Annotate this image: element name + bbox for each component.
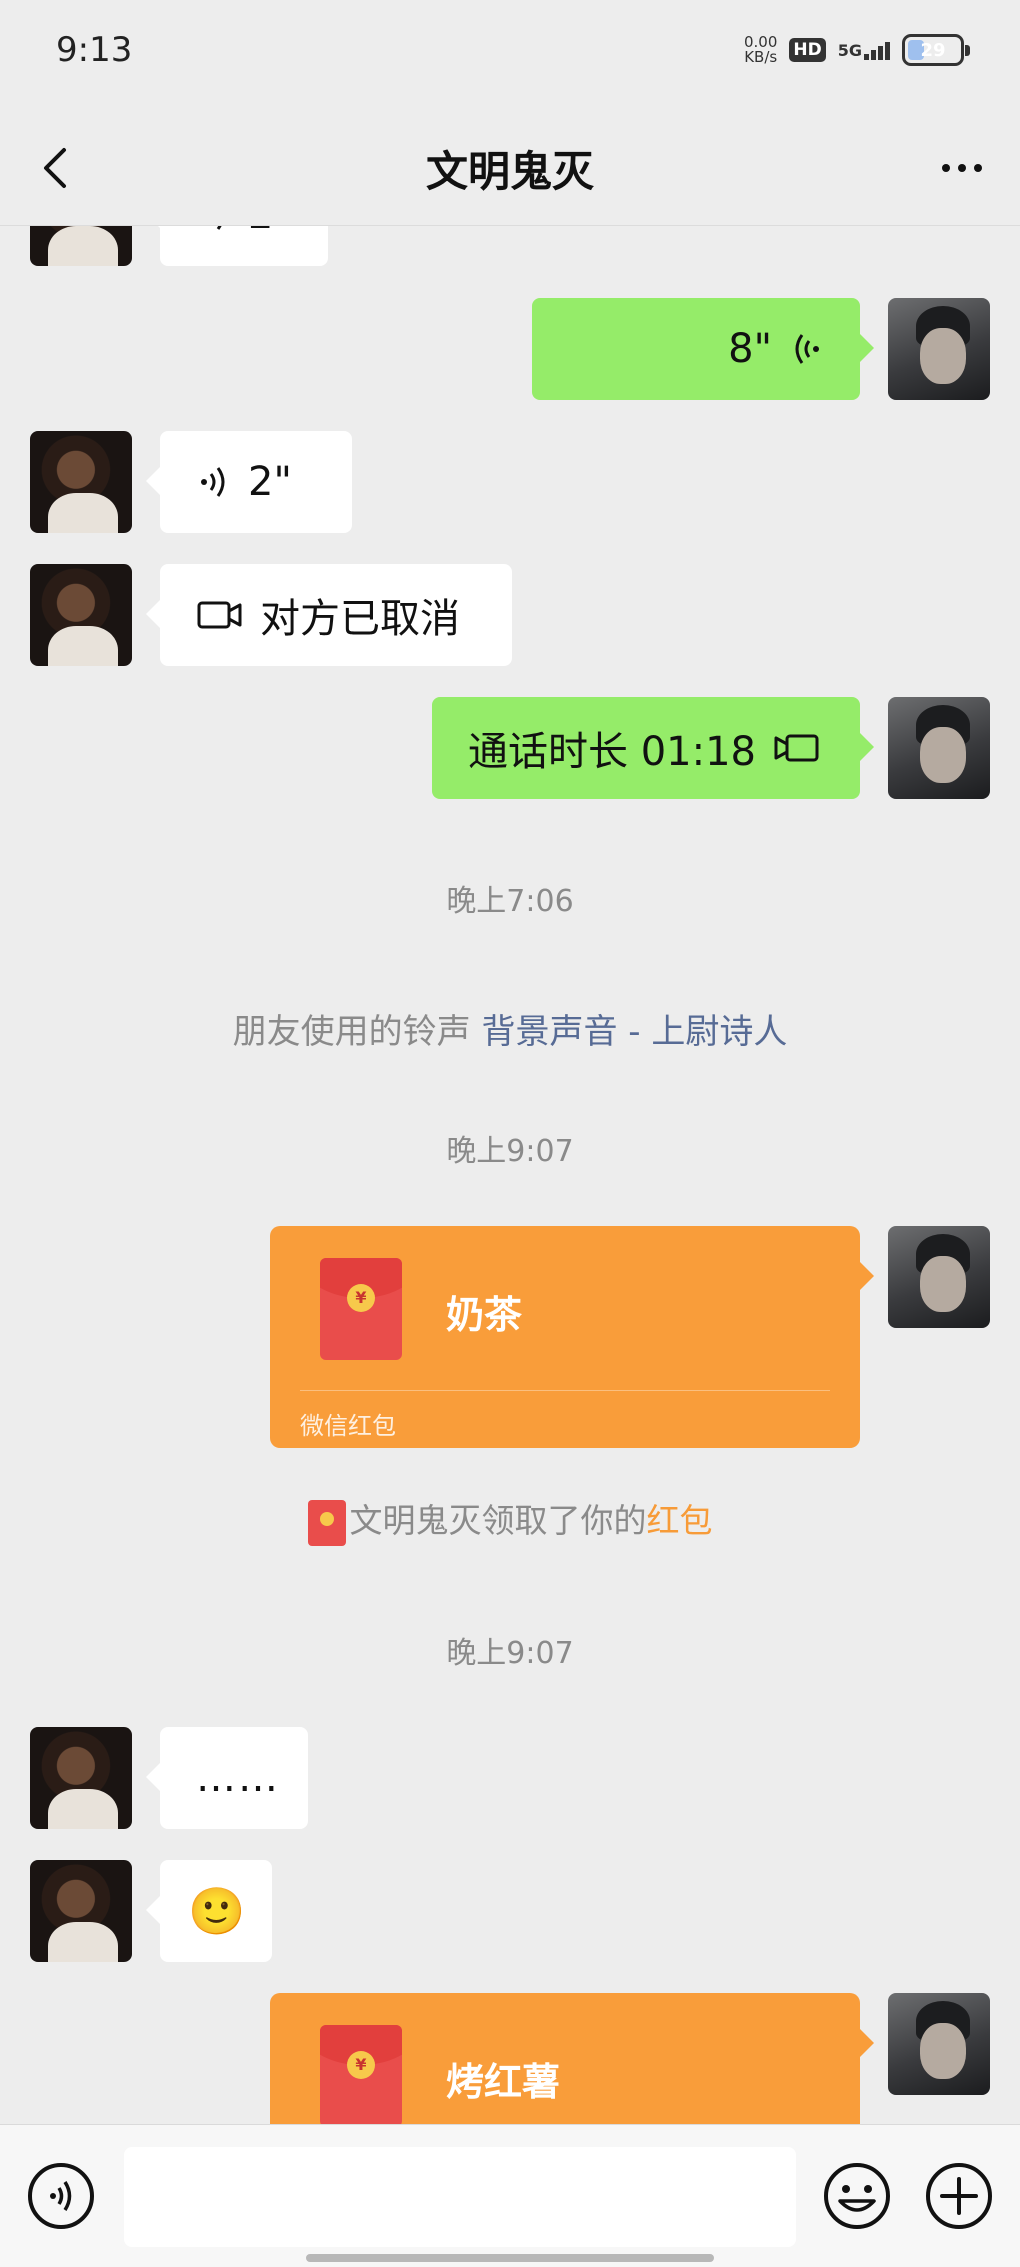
voice-wave-icon (788, 329, 824, 369)
battery-icon: 29 (902, 34, 970, 66)
call-status-text: 对方已取消 (260, 596, 460, 642)
contact-avatar[interactable] (30, 564, 132, 666)
input-bar (0, 2124, 1020, 2267)
more-dots-icon[interactable] (934, 140, 990, 196)
voice-message[interactable]: 8" (532, 298, 874, 400)
red-packet-title: 奶茶 (446, 1293, 523, 1337)
video-camera-icon (772, 730, 820, 766)
voice-wave-icon (196, 462, 232, 502)
voice-message[interactable]: 2" (146, 226, 328, 266)
contact-avatar[interactable] (30, 1727, 132, 1829)
red-packet-footer: 微信红包 (300, 1412, 396, 1440)
video-camera-icon (196, 597, 244, 633)
my-avatar[interactable] (888, 1993, 990, 2095)
contact-avatar[interactable] (30, 1860, 132, 1962)
contact-avatar[interactable] (30, 431, 132, 533)
timestamp: 晚上9:07 (446, 1636, 574, 1671)
text-message[interactable]: …… (146, 1727, 308, 1829)
red-packet-icon (307, 1499, 346, 1546)
timestamp: 晚上7:06 (446, 884, 574, 919)
my-avatar[interactable] (888, 697, 990, 799)
red-packet-icon: ¥ (320, 1258, 402, 1360)
chat-header: 文明鬼灭 (0, 110, 1020, 226)
video-call-message[interactable]: 对方已取消 (146, 564, 512, 666)
emoji-message[interactable]: 🙂 (146, 1860, 272, 1962)
hd-badge: HD (789, 38, 826, 62)
my-avatar[interactable] (888, 298, 990, 400)
voice-duration: 2" (248, 226, 292, 238)
message-list[interactable]: 2" 8" 2" 对方已取消 通话时长 01:18 晚上7:06 (0, 226, 1020, 2124)
ringtone-link[interactable]: 背景声音 - 上尉诗人 (481, 1012, 787, 1052)
signal-icon: 5G (838, 41, 890, 60)
voice-message[interactable]: 2" (146, 431, 352, 533)
chat-title: 文明鬼灭 (425, 147, 594, 196)
voice-mode-icon[interactable] (26, 2161, 96, 2231)
home-indicator[interactable] (306, 2254, 714, 2262)
red-packet-icon: ¥ (320, 2025, 402, 2124)
status-bar: 9:13 0.00 KB/s HD 5G 29 (0, 0, 1020, 110)
red-packet-link[interactable]: 红包 (647, 1501, 713, 1540)
red-packet-received-notice: 文明鬼灭领取了你的红包 (0, 1494, 1020, 1546)
emoji-icon[interactable] (822, 2161, 892, 2231)
voice-duration: 2" (248, 459, 292, 505)
red-packet-title: 烤红薯 (446, 2060, 561, 2104)
voice-duration: 8" (728, 326, 772, 372)
plus-icon[interactable] (924, 2161, 994, 2231)
status-time: 9:13 (56, 30, 133, 70)
timestamp: 晚上9:07 (446, 1134, 574, 1169)
contact-avatar[interactable] (30, 226, 132, 266)
red-packet-message[interactable]: ¥ 奶茶 微信红包 (270, 1226, 874, 1448)
call-duration-text: 通话时长 01:18 (468, 729, 756, 775)
ringtone-notice: 朋友使用的铃声 背景声音 - 上尉诗人 (232, 1012, 788, 1052)
status-icons: 0.00 KB/s HD 5G 29 (743, 33, 970, 66)
my-avatar[interactable] (888, 1226, 990, 1328)
message-input[interactable] (124, 2147, 796, 2247)
battery-level: 29 (920, 39, 946, 61)
network-speed: 0.00 KB/s (743, 33, 778, 66)
video-call-message[interactable]: 通话时长 01:18 (432, 697, 874, 799)
voice-wave-icon (196, 226, 232, 235)
red-packet-message[interactable]: ¥ 烤红薯 (270, 1993, 874, 2124)
